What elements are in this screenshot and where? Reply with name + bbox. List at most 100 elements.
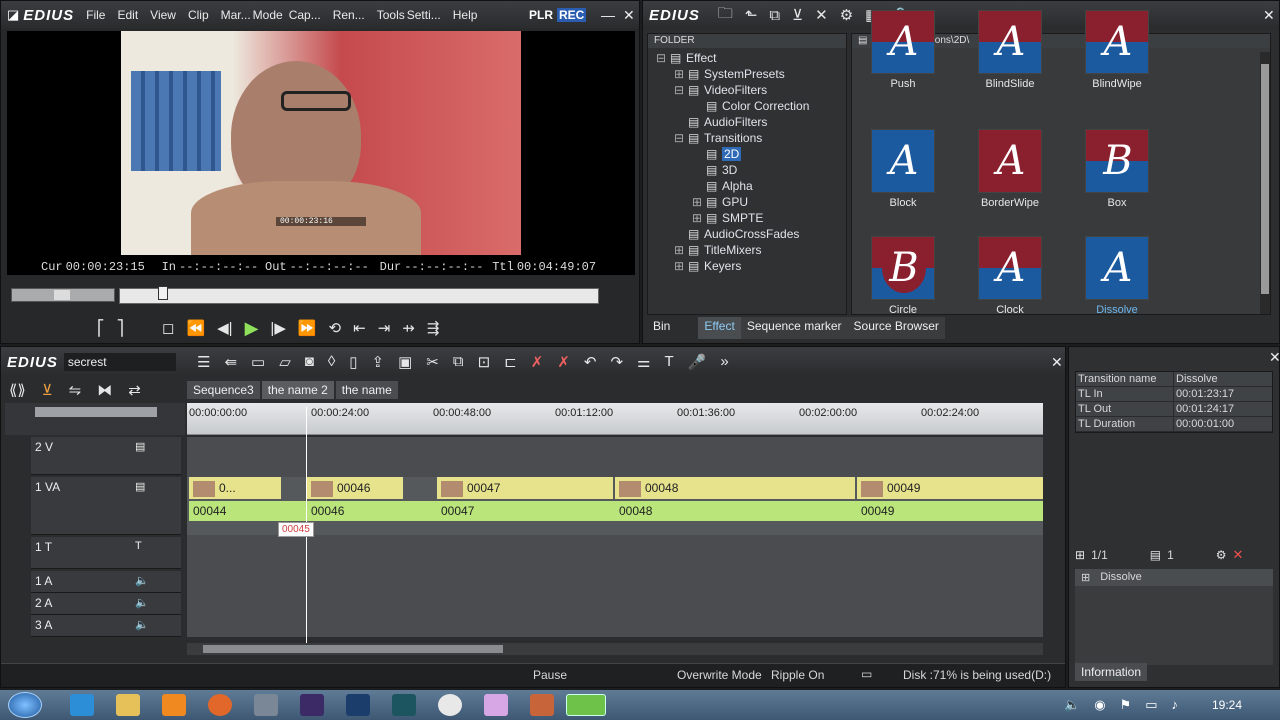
timeline-close-icon[interactable]: ✕ bbox=[1051, 354, 1063, 371]
expand-icon[interactable]: ⊞ bbox=[674, 258, 688, 274]
premiere-icon[interactable] bbox=[300, 694, 324, 716]
tree-item[interactable]: ⊞ ▤ GPU bbox=[648, 194, 846, 210]
paint-icon[interactable] bbox=[484, 694, 508, 716]
menu-marker[interactable]: Mar... bbox=[221, 8, 251, 22]
tree-item[interactable]: ⊟ ▤ VideoFilters bbox=[648, 82, 846, 98]
goto-out-icon[interactable]: ⇥ bbox=[378, 319, 391, 337]
folder-icon[interactable]: 🗀 bbox=[718, 3, 733, 28]
camera-icon[interactable]: ◙ bbox=[305, 353, 314, 371]
track-header[interactable]: 1 A 🔈 bbox=[31, 571, 181, 593]
tree-item[interactable]: ⊞ ▤ TitleMixers bbox=[648, 242, 846, 258]
menu-help[interactable]: Help bbox=[453, 8, 478, 22]
track-header[interactable]: 1 VA ▤ bbox=[31, 477, 181, 535]
language-icon[interactable] bbox=[254, 694, 278, 716]
expand-icon[interactable]: ⊞ bbox=[674, 242, 688, 258]
play-icon[interactable]: ▶ bbox=[245, 318, 259, 339]
track-toggle-icon[interactable]: 🔈 bbox=[135, 574, 149, 587]
tab-effect[interactable]: Effect bbox=[698, 317, 741, 339]
properties-icon[interactable]: ⚙ bbox=[840, 6, 853, 24]
effect-item-block[interactable]: A Block bbox=[858, 129, 948, 209]
tree-item[interactable]: ⊞ ▤ SystemPresets bbox=[648, 66, 846, 82]
undo-layout-icon[interactable]: ⇚ bbox=[224, 353, 237, 371]
tab-the-name-2[interactable]: the name 2 bbox=[261, 381, 334, 399]
toggle-icon[interactable]: ⇄ bbox=[128, 381, 141, 399]
audition-icon[interactable] bbox=[392, 694, 416, 716]
copy-icon[interactable]: ⧉ bbox=[453, 353, 464, 371]
track-icon[interactable]: ⇋ bbox=[69, 381, 82, 399]
position-handle[interactable] bbox=[158, 286, 168, 300]
track-header[interactable]: 2 V ▤ bbox=[31, 437, 181, 475]
more-icon[interactable]: » bbox=[720, 353, 728, 371]
status-overwrite[interactable]: Overwrite Mode bbox=[677, 668, 762, 682]
settings-icon[interactable]: ⚙ bbox=[1216, 548, 1227, 562]
menu-edit[interactable]: Edit bbox=[117, 8, 138, 22]
step-forward-icon[interactable]: |▶ bbox=[270, 319, 285, 337]
tab-information[interactable]: Information bbox=[1075, 663, 1148, 681]
status-ripple[interactable]: Ripple On bbox=[771, 668, 824, 682]
save-icon[interactable]: ▣ bbox=[398, 353, 412, 371]
tree-item[interactable]: ▤ AudioCrossFades bbox=[648, 226, 846, 242]
tree-item[interactable]: ⊞ ▤ Keyers bbox=[648, 258, 846, 274]
video-clip[interactable]: 00047 bbox=[437, 477, 613, 499]
tab-the-name[interactable]: the name bbox=[335, 381, 398, 399]
snap-icon[interactable]: ⊻ bbox=[42, 381, 53, 399]
tree-item[interactable]: ▤ Alpha bbox=[648, 178, 846, 194]
track-toggle-icon[interactable]: ▤ bbox=[135, 480, 145, 493]
tree-item[interactable]: ⊟ ▤ Effect bbox=[648, 50, 846, 66]
shuttle-slider[interactable] bbox=[11, 288, 115, 302]
speaker-icon[interactable]: ♪ bbox=[1171, 697, 1178, 713]
tree-item[interactable]: ▤ AudioFilters bbox=[648, 114, 846, 130]
zoom-slider[interactable] bbox=[35, 407, 157, 417]
effect-item-push[interactable]: A Push bbox=[858, 10, 948, 90]
expand-icon[interactable]: ⊞ bbox=[674, 66, 688, 82]
track-header[interactable]: 2 A 🔈 bbox=[31, 593, 181, 615]
add-to-timeline-icon[interactable]: ⊻ bbox=[792, 6, 803, 24]
audio-clip[interactable]: 00044 bbox=[189, 501, 307, 521]
tab-sequence3[interactable]: Sequence3 bbox=[187, 381, 260, 399]
effect-item-clock[interactable]: A Clock bbox=[965, 236, 1055, 316]
effect-scrollbar[interactable] bbox=[1260, 52, 1270, 314]
redo-icon[interactable]: ↷ bbox=[610, 353, 623, 371]
battery-icon[interactable]: ▭ bbox=[1145, 697, 1157, 713]
video-clip[interactable]: 0... bbox=[189, 477, 281, 499]
tree-item[interactable]: ▤ Color Correction bbox=[648, 98, 846, 114]
flag-icon[interactable]: ⚑ bbox=[1120, 697, 1132, 713]
app-icon[interactable] bbox=[530, 694, 554, 716]
volume-icon[interactable]: 🔈 bbox=[1064, 697, 1080, 713]
h-scroll-thumb[interactable] bbox=[203, 645, 503, 653]
start-button[interactable] bbox=[8, 692, 42, 718]
audio-clip[interactable]: 00046 bbox=[307, 501, 437, 521]
microphone-icon[interactable]: 🎤 bbox=[688, 353, 707, 371]
menu-render[interactable]: Ren... bbox=[333, 8, 365, 22]
layer-icon[interactable]: ⊞ bbox=[1075, 548, 1085, 562]
close-icon[interactable]: ✕ bbox=[623, 7, 635, 24]
info-list-item[interactable]: ⊞ Dissolve bbox=[1075, 569, 1273, 586]
filter-icon[interactable]: ▤ bbox=[1150, 548, 1161, 562]
loop-icon[interactable]: ⟲ bbox=[329, 319, 342, 337]
effect-item-blindslide[interactable]: A BlindSlide bbox=[965, 10, 1055, 90]
expand-icon[interactable]: ⊞ bbox=[692, 210, 706, 226]
new-clip-icon[interactable]: ▭ bbox=[251, 353, 265, 371]
effect-item-borderwipe[interactable]: A BorderWipe bbox=[965, 129, 1055, 209]
set-out-icon[interactable]: ⎤ bbox=[117, 319, 125, 337]
menu-clip[interactable]: Clip bbox=[188, 8, 209, 22]
open-icon[interactable]: ▱ bbox=[279, 353, 291, 371]
video-clip[interactable]: 00046 bbox=[307, 477, 403, 499]
effect-item-dissolve[interactable]: A Dissolve bbox=[1072, 236, 1162, 316]
expand-icon[interactable]: ⊟ bbox=[674, 82, 688, 98]
track-toggle-icon[interactable]: 🔈 bbox=[135, 618, 149, 631]
audio-clip[interactable]: 00049 bbox=[857, 501, 1043, 521]
menu-settings[interactable]: Setti... bbox=[407, 8, 441, 22]
menu-mode[interactable]: Mode bbox=[253, 8, 283, 22]
monitor-icon[interactable]: ▭ bbox=[861, 667, 872, 681]
up-folder-icon[interactable]: ⬑ bbox=[745, 6, 758, 24]
tree-item[interactable]: ▤ 2D bbox=[648, 146, 846, 162]
audio-clip[interactable]: 00047 bbox=[437, 501, 615, 521]
goto-in-icon[interactable]: ⇤ bbox=[353, 319, 366, 337]
menu-capture[interactable]: Cap... bbox=[289, 8, 321, 22]
marker-icon[interactable]: ◊ bbox=[328, 353, 335, 371]
position-bar[interactable] bbox=[119, 286, 599, 304]
track-header[interactable]: 1 T T bbox=[31, 537, 181, 569]
menu-tools[interactable]: Tools bbox=[377, 8, 405, 22]
track-header[interactable]: 3 A 🔈 bbox=[31, 615, 181, 637]
